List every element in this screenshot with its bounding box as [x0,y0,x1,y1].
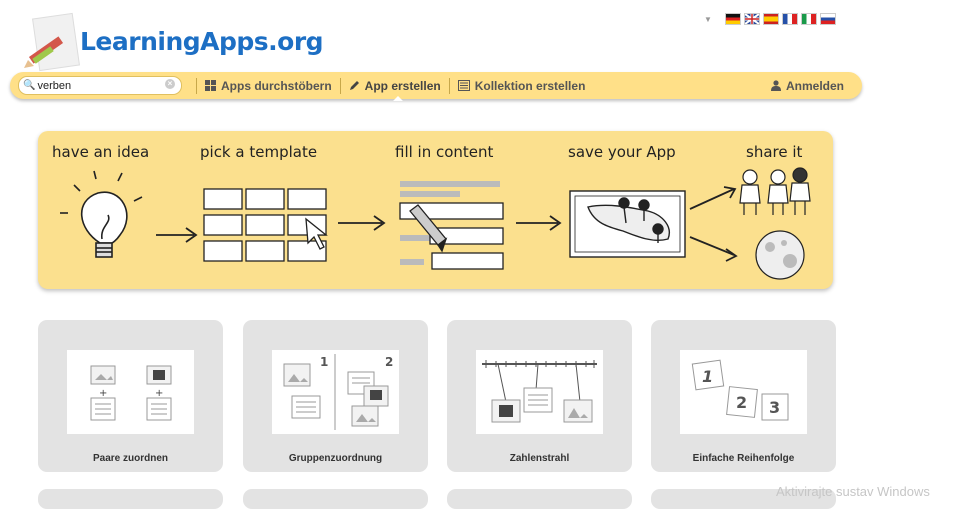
template-card[interactable] [447,489,632,509]
svg-text:+: + [99,388,107,399]
svg-text:2: 2 [736,393,747,412]
flag-germany-icon[interactable] [724,13,741,25]
search-box[interactable]: 🔍 × [18,76,182,95]
svg-text:3: 3 [769,398,780,417]
user-icon [770,80,781,91]
language-selector[interactable]: ▼ [704,13,836,25]
clear-search-icon[interactable]: × [165,79,175,89]
share-arrows-icon [689,186,738,262]
flag-uk-icon[interactable] [743,13,760,25]
template-card-einfache-reihenfolge[interactable]: 1 2 3 Einfache Reihenfolge [651,320,836,472]
template-thumbnail: + + [67,350,194,434]
step-label: save your App [568,143,676,161]
svg-text:1: 1 [702,367,713,386]
flag-spain-icon[interactable] [762,13,779,25]
windows-activation-watermark: Aktivirajte sustav Windows [776,484,930,499]
main-toolbar: 🔍 × Apps durchstöbern App erstellen Koll… [10,72,862,101]
template-thumbnail: 1 2 [272,350,399,434]
template-card-gruppenzuordnung[interactable]: 1 2 Gruppenzuordnung [243,320,428,472]
login-button[interactable]: Anmelden [770,78,844,93]
lightbulb-icon [60,170,143,258]
template-grid-icon [203,188,328,262]
globe-icon [755,230,805,280]
site-title: LearningApps.org [80,27,324,56]
arrow-right-icon [516,215,562,231]
arrow-right-icon [156,227,198,243]
template-card[interactable] [38,489,223,509]
template-card[interactable] [243,489,428,509]
form-icon [399,181,504,270]
browse-apps-label: Apps durchstöbern [221,78,332,93]
toolbar-divider [339,77,341,94]
create-collection-label: Kollektion erstellen [474,78,586,93]
logo-pencil-icon [24,12,80,72]
step-label: pick a template [200,143,318,161]
template-thumbnail [476,350,603,434]
collection-icon [457,80,470,91]
svg-text:+: + [155,388,163,399]
login-label: Anmelden [785,78,844,93]
grid-icon [205,80,216,91]
search-input[interactable] [35,79,160,92]
arrow-right-icon [338,215,386,231]
step-label: have an idea [52,143,150,161]
browse-apps-button[interactable]: Apps durchstöbern [205,79,332,93]
template-thumbnail: 1 2 3 [680,350,807,434]
people-icon [739,167,811,215]
svg-text:1: 1 [320,355,328,369]
svg-text:2: 2 [385,355,393,369]
pencil-icon [349,81,359,90]
map-icon [569,190,686,258]
flag-russia-icon[interactable] [819,13,836,25]
create-collection-button[interactable]: Kollektion erstellen [457,78,586,93]
template-card-zahlenstrahl[interactable]: Zahlenstrahl [447,320,632,472]
toolbar-divider [196,77,197,94]
template-card-paare-zuordnen[interactable]: + + Paare zuordnen [38,320,223,472]
chevron-down-icon[interactable]: ▼ [704,15,712,24]
template-label: Gruppenzuordnung [288,453,383,464]
template-label: Einfache Reihenfolge [692,453,795,464]
logo[interactable]: LearningApps.org [18,8,324,80]
step-label: fill in content [395,143,494,161]
how-it-works-banner: have an idea pick a template fill in con… [38,131,833,289]
template-label: Zahlenstrahl [509,453,570,464]
toolbar-divider [448,77,450,94]
template-label: Paare zuordnen [92,453,169,464]
flag-france-icon[interactable] [781,13,798,25]
flag-italy-icon[interactable] [800,13,817,25]
step-label: share it [746,143,803,161]
create-app-label: App erstellen [364,78,441,93]
create-app-button[interactable]: App erstellen [349,78,441,101]
search-icon[interactable]: 🔍 [23,80,35,91]
